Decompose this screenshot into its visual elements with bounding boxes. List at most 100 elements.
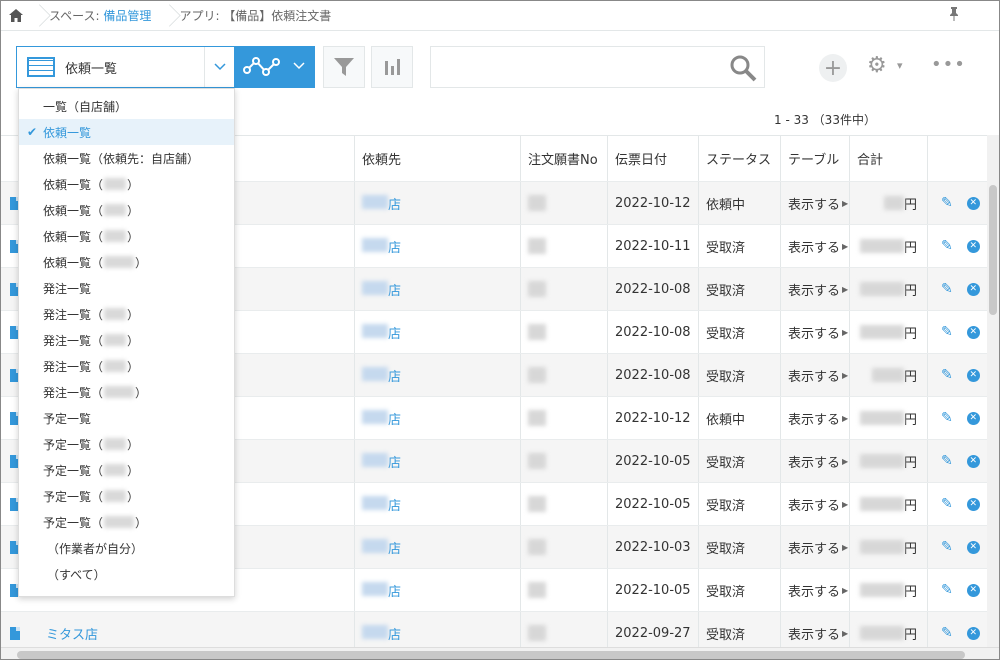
edit-pencil-icon[interactable]: ✎ bbox=[941, 195, 953, 211]
delete-icon[interactable]: ✕ bbox=[966, 325, 980, 339]
edit-pencil-icon[interactable]: ✎ bbox=[941, 324, 953, 340]
delete-icon[interactable]: ✕ bbox=[966, 368, 980, 382]
table-toggle-cell[interactable]: 表示する ▶ bbox=[781, 483, 850, 525]
vendor-link[interactable]: 店 bbox=[362, 538, 401, 557]
vertical-scrollbar[interactable] bbox=[987, 135, 999, 647]
table-toggle-cell[interactable]: 表示する ▶ bbox=[781, 526, 850, 568]
view-menu-item[interactable]: 依頼一覧（ ） bbox=[19, 223, 234, 249]
view-menu-item[interactable]: 発注一覧（ ） bbox=[19, 353, 234, 379]
search-input[interactable] bbox=[430, 46, 765, 88]
view-menu-item[interactable]: 予定一覧（ ） bbox=[19, 431, 234, 457]
vendor-link[interactable]: 店 bbox=[362, 280, 401, 299]
edit-pencil-icon[interactable]: ✎ bbox=[941, 281, 953, 297]
view-menu-item[interactable]: 発注一覧 bbox=[19, 275, 234, 301]
breadcrumb-space-link[interactable]: 備品管理 bbox=[103, 9, 151, 23]
table-toggle-cell[interactable]: 表示する ▶ bbox=[781, 182, 850, 224]
chevron-down-icon[interactable]: ▾ bbox=[897, 59, 903, 72]
view-menu-item[interactable]: 依頼一覧（ ） bbox=[19, 197, 234, 223]
chevron-down-icon[interactable] bbox=[204, 47, 234, 87]
view-menu-item[interactable]: 発注一覧（ ） bbox=[19, 327, 234, 353]
view-menu-item[interactable]: 依頼一覧（ ） bbox=[19, 171, 234, 197]
gear-icon[interactable]: ⚙ bbox=[867, 53, 887, 78]
table-toggle-cell[interactable]: 表示する ▶ bbox=[781, 569, 850, 611]
breadcrumb-space[interactable]: スペース: 備品管理 bbox=[41, 7, 161, 24]
record-count: 1 - 33 （33件中） bbox=[774, 113, 876, 127]
edit-pencil-icon[interactable]: ✎ bbox=[941, 453, 953, 469]
redacted-text bbox=[859, 282, 904, 296]
delete-icon[interactable]: ✕ bbox=[966, 282, 980, 296]
view-menu-item[interactable]: （すべて） bbox=[19, 561, 234, 587]
view-menu-item[interactable]: （作業者が自分） bbox=[19, 535, 234, 561]
edit-pencil-icon[interactable]: ✎ bbox=[941, 496, 953, 512]
delete-icon[interactable]: ✕ bbox=[966, 239, 980, 253]
pin-icon[interactable] bbox=[949, 7, 959, 25]
horizontal-scrollbar[interactable] bbox=[1, 647, 999, 659]
vendor-link[interactable]: 店 bbox=[362, 323, 401, 342]
scrollbar-thumb[interactable] bbox=[17, 651, 965, 659]
graph-chart-button[interactable] bbox=[371, 46, 413, 88]
table-toggle-cell[interactable]: 表示する ▶ bbox=[781, 225, 850, 267]
view-menu-item-suffix: ） bbox=[127, 203, 140, 218]
view-menu-item[interactable]: 発注一覧（ ） bbox=[19, 379, 234, 405]
table-toggle-cell[interactable]: 表示する ▶ bbox=[781, 440, 850, 482]
view-menu-item[interactable]: 依頼一覧（依頼先：自店舗） bbox=[19, 145, 234, 171]
table-toggle-label: 表示する bbox=[788, 240, 841, 256]
view-selector[interactable]: 依頼一覧 bbox=[16, 46, 235, 88]
edit-pencil-icon[interactable]: ✎ bbox=[941, 582, 953, 598]
column-header-status[interactable]: ステータス bbox=[699, 136, 781, 181]
column-header-date[interactable]: 伝票日付 bbox=[608, 136, 699, 181]
edit-pencil-icon[interactable]: ✎ bbox=[941, 367, 953, 383]
view-menu-item[interactable]: ✔ 依頼一覧 bbox=[19, 119, 234, 145]
redacted-text bbox=[528, 625, 546, 641]
column-header-total[interactable]: 合計 bbox=[850, 136, 928, 181]
edit-pencil-icon[interactable]: ✎ bbox=[941, 539, 953, 555]
table-toggle-cell[interactable]: 表示する ▶ bbox=[781, 354, 850, 396]
view-menu-item[interactable]: 予定一覧（ ） bbox=[19, 509, 234, 535]
edit-pencil-icon[interactable]: ✎ bbox=[941, 238, 953, 254]
delete-icon[interactable]: ✕ bbox=[966, 583, 980, 597]
breadcrumb-app[interactable]: アプリ: 【備品】依頼注文書 bbox=[171, 7, 341, 24]
vendor-link[interactable]: 店 bbox=[362, 194, 401, 213]
delete-icon[interactable]: ✕ bbox=[966, 454, 980, 468]
view-menu-item[interactable]: 依頼一覧（ ） bbox=[19, 249, 234, 275]
view-menu-item[interactable]: 発注一覧（ ） bbox=[19, 301, 234, 327]
delete-icon[interactable]: ✕ bbox=[966, 626, 980, 640]
view-menu-item[interactable]: 予定一覧（ ） bbox=[19, 483, 234, 509]
vendor-suffix: 店 bbox=[388, 197, 402, 213]
vendor-link[interactable]: 店 bbox=[362, 581, 401, 600]
view-menu-item[interactable]: 一覧（自店舗） bbox=[19, 93, 234, 119]
vendor-link[interactable]: 店 bbox=[362, 495, 401, 514]
home-icon[interactable] bbox=[1, 1, 31, 31]
delete-icon[interactable]: ✕ bbox=[966, 497, 980, 511]
delete-icon[interactable]: ✕ bbox=[966, 196, 980, 210]
edit-pencil-icon[interactable]: ✎ bbox=[941, 410, 953, 426]
scrollbar-thumb[interactable] bbox=[989, 185, 997, 315]
view-menu-item-label: 発注一覧（ bbox=[43, 385, 104, 400]
view-menu-item[interactable]: 予定一覧 bbox=[19, 405, 234, 431]
column-header-order-no[interactable]: 注文願書No bbox=[521, 136, 608, 181]
vendor-cell: 店 bbox=[355, 483, 521, 525]
vendor-link[interactable]: 店 bbox=[362, 237, 401, 256]
edit-pencil-icon[interactable]: ✎ bbox=[941, 625, 953, 641]
table-toggle-cell[interactable]: 表示する ▶ bbox=[781, 268, 850, 310]
order-no-cell bbox=[521, 268, 608, 310]
vendor-link[interactable]: 店 bbox=[362, 624, 401, 643]
redacted-text bbox=[528, 539, 546, 555]
column-header-vendor[interactable]: 依頼先 bbox=[355, 136, 521, 181]
filter-button[interactable] bbox=[323, 46, 365, 88]
name-link[interactable]: ミタス店 bbox=[46, 624, 98, 643]
redacted-text bbox=[362, 495, 388, 510]
vendor-link[interactable]: 店 bbox=[362, 452, 401, 471]
vendor-link[interactable]: 店 bbox=[362, 366, 401, 385]
vendor-link[interactable]: 店 bbox=[362, 409, 401, 428]
delete-icon[interactable]: ✕ bbox=[966, 540, 980, 554]
search-icon[interactable] bbox=[728, 53, 758, 87]
add-record-button[interactable]: + bbox=[819, 54, 847, 82]
table-toggle-cell[interactable]: 表示する ▶ bbox=[781, 397, 850, 439]
table-toggle-cell[interactable]: 表示する ▶ bbox=[781, 311, 850, 353]
more-options-icon[interactable]: ••• bbox=[931, 54, 966, 75]
delete-icon[interactable]: ✕ bbox=[966, 411, 980, 425]
view-menu-item[interactable]: 予定一覧（ ） bbox=[19, 457, 234, 483]
graph-button[interactable] bbox=[235, 46, 315, 88]
column-header-table[interactable]: テーブル bbox=[781, 136, 850, 181]
